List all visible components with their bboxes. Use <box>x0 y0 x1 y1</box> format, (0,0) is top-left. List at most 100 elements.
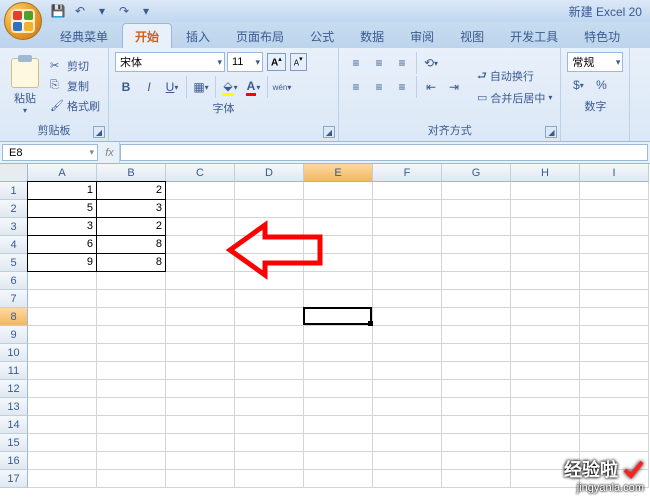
cell-H14[interactable] <box>511 416 580 434</box>
row-header-15[interactable]: 15 <box>0 434 28 452</box>
accounting-button[interactable]: $▾ <box>567 74 589 96</box>
cell-D12[interactable] <box>235 380 304 398</box>
cell-B3[interactable]: 2 <box>96 217 166 236</box>
cell-A9[interactable] <box>28 326 97 344</box>
align-bottom-button[interactable]: ≡ <box>391 52 413 74</box>
cell-E10[interactable] <box>304 344 373 362</box>
cell-B11[interactable] <box>97 362 166 380</box>
tab-2[interactable]: 插入 <box>174 24 222 48</box>
cell-B16[interactable] <box>97 452 166 470</box>
cell-B2[interactable]: 3 <box>96 199 166 218</box>
orientation-button[interactable]: ⟲▾ <box>420 52 442 74</box>
increase-indent-button[interactable]: ⇥ <box>443 76 465 98</box>
font-name-combo[interactable]: 宋体 <box>115 52 225 72</box>
cell-F9[interactable] <box>373 326 442 344</box>
cell-E11[interactable] <box>304 362 373 380</box>
clipboard-dialog-launcher[interactable]: ◢ <box>93 126 105 138</box>
formula-input[interactable] <box>120 144 648 161</box>
cell-G4[interactable] <box>442 236 511 254</box>
cell-A17[interactable] <box>28 470 97 488</box>
cell-F2[interactable] <box>373 200 442 218</box>
cell-D14[interactable] <box>235 416 304 434</box>
cell-A7[interactable] <box>28 290 97 308</box>
cell-G3[interactable] <box>442 218 511 236</box>
shrink-font-button[interactable]: A▾ <box>290 53 307 70</box>
col-header-G[interactable]: G <box>442 164 511 182</box>
cell-A5[interactable]: 9 <box>27 253 97 272</box>
cell-C5[interactable] <box>166 254 235 272</box>
cell-G10[interactable] <box>442 344 511 362</box>
row-header-6[interactable]: 6 <box>0 272 28 290</box>
paste-button[interactable]: 粘贴 ▾ <box>6 52 44 120</box>
cell-H9[interactable] <box>511 326 580 344</box>
cell-F8[interactable] <box>373 308 442 326</box>
cell-H3[interactable] <box>511 218 580 236</box>
cell-B17[interactable] <box>97 470 166 488</box>
cell-E17[interactable] <box>304 470 373 488</box>
cell-G14[interactable] <box>442 416 511 434</box>
row-header-4[interactable]: 4 <box>0 236 28 254</box>
row-header-7[interactable]: 7 <box>0 290 28 308</box>
cell-B9[interactable] <box>97 326 166 344</box>
cell-H15[interactable] <box>511 434 580 452</box>
decrease-indent-button[interactable]: ⇤ <box>420 76 442 98</box>
cell-G1[interactable] <box>442 182 511 200</box>
cell-E16[interactable] <box>304 452 373 470</box>
cell-C9[interactable] <box>166 326 235 344</box>
cell-B1[interactable]: 2 <box>96 181 166 200</box>
tab-6[interactable]: 审阅 <box>398 24 446 48</box>
copy-button[interactable]: ⎘复制 <box>48 77 102 95</box>
cell-D9[interactable] <box>235 326 304 344</box>
cell-A1[interactable]: 1 <box>27 181 97 200</box>
cell-G12[interactable] <box>442 380 511 398</box>
cut-button[interactable]: ✂剪切 <box>48 57 102 75</box>
cell-E1[interactable] <box>304 182 373 200</box>
font-dialog-launcher[interactable]: ◢ <box>323 126 335 138</box>
cell-E13[interactable] <box>304 398 373 416</box>
cell-C6[interactable] <box>166 272 235 290</box>
cell-D7[interactable] <box>235 290 304 308</box>
cell-H7[interactable] <box>511 290 580 308</box>
cell-C17[interactable] <box>166 470 235 488</box>
cell-C8[interactable] <box>166 308 235 326</box>
tab-4[interactable]: 公式 <box>298 24 346 48</box>
italic-button[interactable]: I <box>138 76 160 98</box>
cell-D4[interactable] <box>235 236 304 254</box>
cell-E3[interactable] <box>304 218 373 236</box>
alignment-dialog-launcher[interactable]: ◢ <box>545 126 557 138</box>
cell-I12[interactable] <box>580 380 649 398</box>
font-size-combo[interactable]: 11 <box>227 52 263 72</box>
cell-D10[interactable] <box>235 344 304 362</box>
cell-A2[interactable]: 5 <box>27 199 97 218</box>
cell-B6[interactable] <box>97 272 166 290</box>
cell-B12[interactable] <box>97 380 166 398</box>
cell-F3[interactable] <box>373 218 442 236</box>
cell-A4[interactable]: 6 <box>27 235 97 254</box>
cell-H4[interactable] <box>511 236 580 254</box>
cell-C16[interactable] <box>166 452 235 470</box>
align-left-button[interactable]: ≡ <box>345 76 367 98</box>
row-header-13[interactable]: 13 <box>0 398 28 416</box>
cell-A14[interactable] <box>28 416 97 434</box>
tab-3[interactable]: 页面布局 <box>224 24 296 48</box>
cell-B4[interactable]: 8 <box>96 235 166 254</box>
col-header-E[interactable]: E <box>304 164 373 182</box>
cell-E2[interactable] <box>304 200 373 218</box>
cell-F1[interactable] <box>373 182 442 200</box>
cell-F16[interactable] <box>373 452 442 470</box>
row-header-11[interactable]: 11 <box>0 362 28 380</box>
cell-G2[interactable] <box>442 200 511 218</box>
tab-7[interactable]: 视图 <box>448 24 496 48</box>
cell-F7[interactable] <box>373 290 442 308</box>
save-icon[interactable]: 💾 <box>50 3 66 19</box>
cell-F15[interactable] <box>373 434 442 452</box>
bold-button[interactable]: B <box>115 76 137 98</box>
cell-I6[interactable] <box>580 272 649 290</box>
cell-H12[interactable] <box>511 380 580 398</box>
cell-F5[interactable] <box>373 254 442 272</box>
tab-1[interactable]: 开始 <box>122 23 172 48</box>
col-header-I[interactable]: I <box>580 164 649 182</box>
col-header-B[interactable]: B <box>97 164 166 182</box>
border-button[interactable]: ▦▾ <box>190 76 212 98</box>
cell-A8[interactable] <box>28 308 97 326</box>
